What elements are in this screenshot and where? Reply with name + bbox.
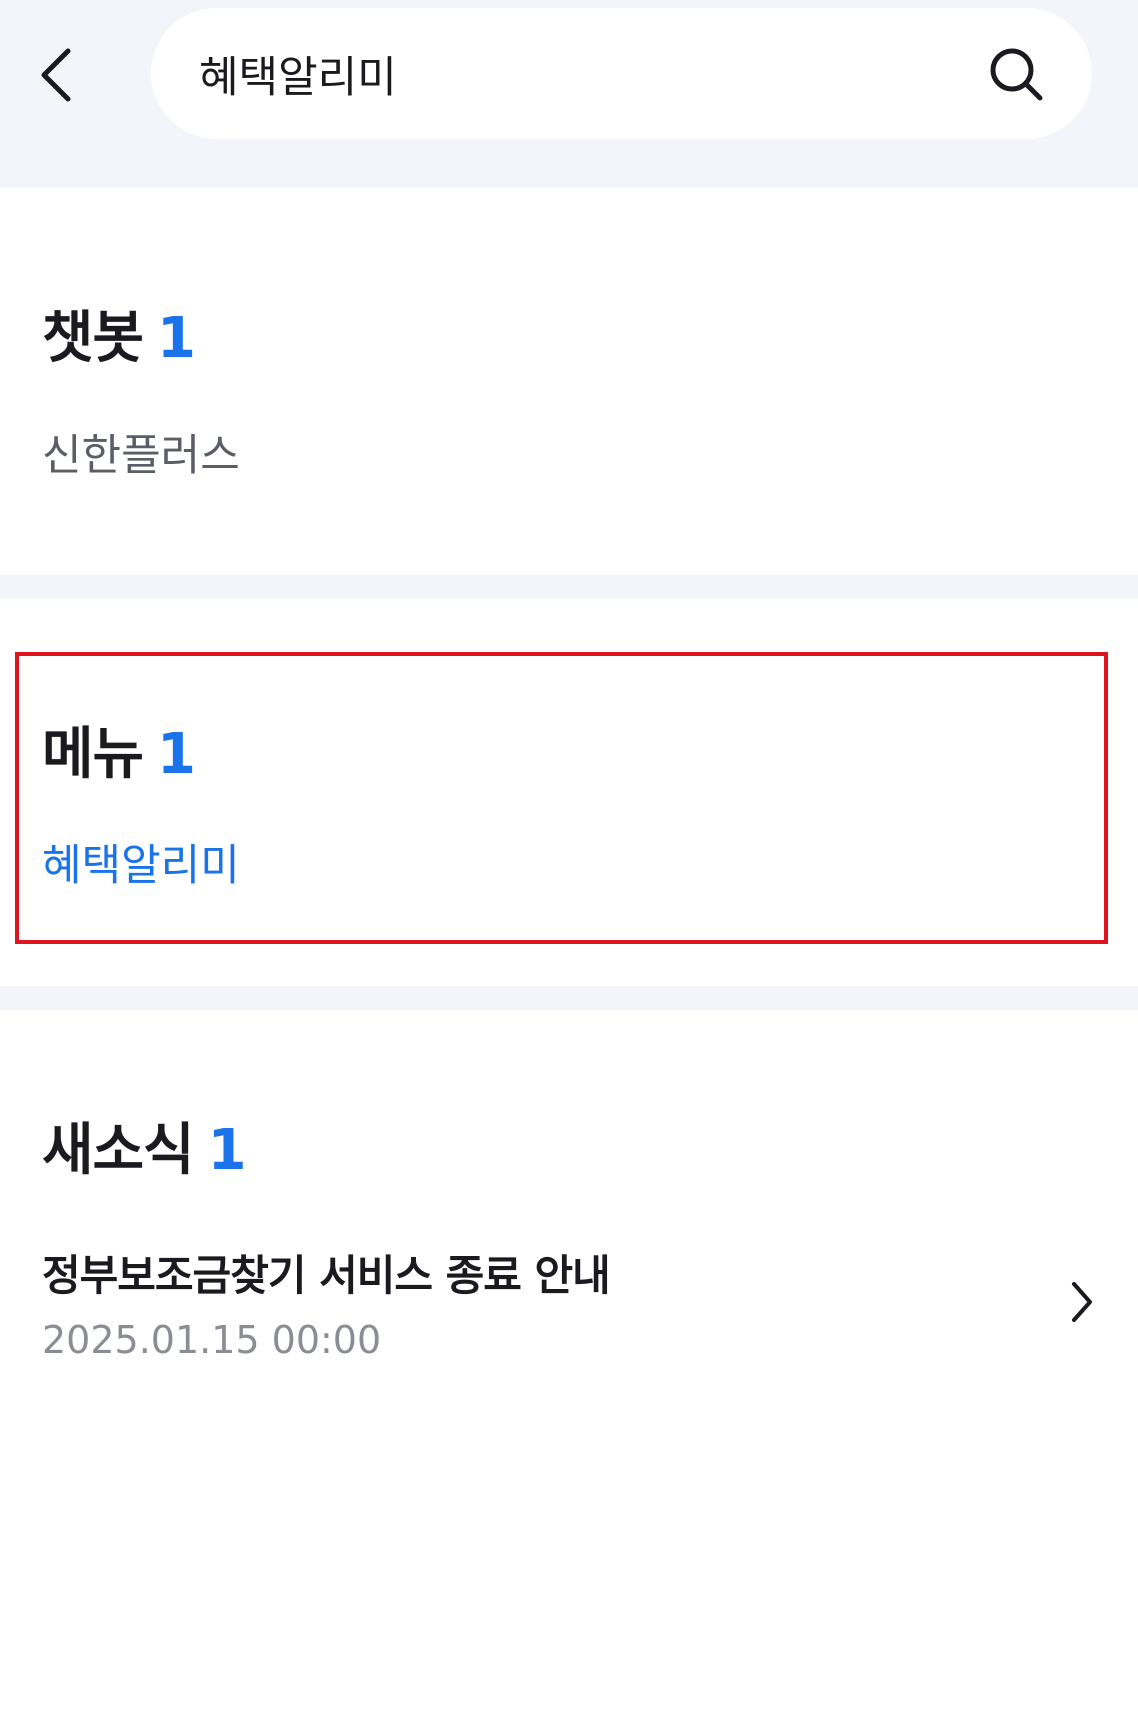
chatbot-result-item[interactable]: 신한플러스 [42,421,240,483]
section-count: 1 [157,306,196,371]
chevron-left-icon [41,48,71,102]
section-divider [0,986,1138,1010]
section-title-text: 새소식 [42,1118,195,1183]
search-icon [990,48,1043,101]
news-section-title: 새소식 1 [42,1105,247,1186]
news-title: 정부보조금찾기 서비스 종료 안내 [42,1251,611,1300]
chatbot-section-title: 챗봇 1 [42,293,196,374]
search-header [0,0,1138,188]
news-date: 2025.01.15 00:00 [42,1318,382,1362]
section-divider [0,575,1138,599]
search-input[interactable] [199,8,919,139]
section-count: 1 [207,1118,247,1183]
chevron-right-icon [1062,1276,1102,1328]
news-list-item[interactable]: 정부보조금찾기 서비스 종료 안내 2025.01.15 00:00 [0,1220,1138,1380]
search-button[interactable] [980,38,1052,110]
section-title-text: 챗봇 [42,306,144,371]
highlight-box [15,652,1108,944]
search-box[interactable] [151,8,1092,139]
back-button[interactable] [28,38,84,112]
chatbot-section: 챗봇 1 신한플러스 [0,188,1138,575]
